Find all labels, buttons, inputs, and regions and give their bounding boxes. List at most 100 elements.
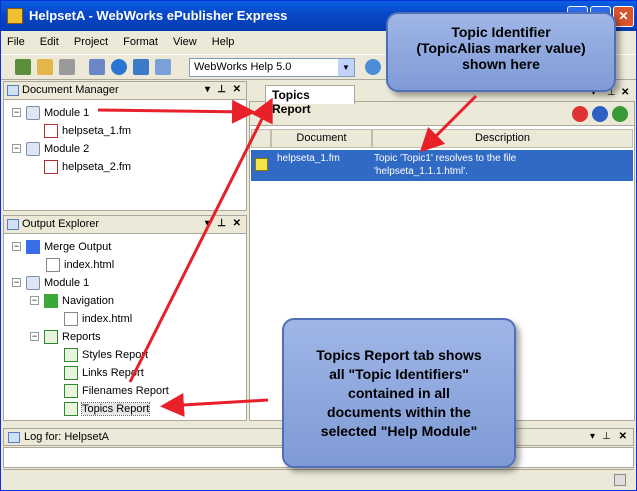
pane-menu-icon[interactable]: ▾ [205, 84, 210, 95]
tree-item-label: Links Report [82, 367, 144, 379]
module-icon [26, 276, 40, 291]
open-icon[interactable] [37, 59, 53, 75]
tree-item-label: Module 1 [44, 277, 90, 289]
tree-item-module-1[interactable]: − Module 1 [12, 274, 89, 292]
close-button[interactable]: ✕ [613, 6, 634, 27]
document-manager-icon [7, 85, 19, 96]
tree-item-topics-report[interactable]: Topics Report [64, 400, 151, 418]
tree-item-label: Topics Report [80, 402, 151, 416]
pane-menu-icon[interactable]: ▾ [590, 431, 595, 442]
format-select[interactable]: WebWorks Help 5.0 ▼ [189, 58, 355, 77]
document-cell: helpseta_1.fm [277, 153, 340, 164]
app-icon [7, 8, 23, 24]
output-explorer-title: Output Explorer [22, 218, 100, 230]
collapse-icon[interactable]: − [12, 144, 21, 153]
menu-format[interactable]: Format [117, 33, 164, 51]
tree-item-helpseta-1[interactable]: helpseta_1.fm [44, 122, 131, 140]
search-icon[interactable] [89, 59, 105, 75]
pane-close-icon[interactable]: ✕ [621, 87, 629, 98]
stop-icon[interactable] [572, 106, 588, 122]
report-icon [64, 366, 78, 381]
callout-line: all "Topic Identifiers" [329, 366, 469, 382]
tree-item-label: index.html [82, 313, 133, 325]
reports-icon [44, 330, 58, 345]
tree-item-reports[interactable]: − Reports [30, 328, 101, 346]
tree-item-label: helpseta_2.fm [62, 161, 132, 173]
callout-topics-report: Topics Report tab shows all "Topic Ident… [282, 318, 516, 468]
pane-close-icon[interactable]: ✕ [233, 84, 241, 95]
callout-line: selected "Help Module" [320, 423, 478, 439]
tree-item-label: Filenames Report [82, 385, 169, 397]
tab-topics-report[interactable]: Topics Report [265, 85, 355, 116]
status-bar [3, 469, 634, 489]
tree-item-label: Navigation [62, 295, 114, 307]
collapse-icon[interactable]: − [30, 296, 39, 305]
tree-item-label: Styles Report [82, 349, 149, 361]
column-header-icon[interactable] [251, 129, 271, 148]
description-cell-line1: Topic 'Topic1' resolves to the file [374, 153, 517, 164]
callout-line: Topic Identifier [451, 24, 551, 40]
refresh-icon[interactable] [612, 106, 628, 122]
pin-icon[interactable]: ⊥ [217, 218, 226, 229]
tree-item-label: Merge Output [44, 241, 112, 253]
report-icon [64, 384, 78, 399]
callout-line: (TopicAlias marker value) [416, 40, 586, 56]
output-explorer-panel: Output Explorer ▾ ⊥ ✕ − Merge Output ind… [3, 215, 247, 421]
wizard-icon[interactable] [155, 59, 171, 75]
tree-item-module-1[interactable]: − Module 1 [12, 104, 89, 122]
tree-item-label: helpseta_1.fm [62, 125, 132, 137]
description-cell-line2: 'helpseta_1.1.1.html'. [374, 166, 468, 177]
pane-close-icon[interactable]: ✕ [233, 218, 241, 229]
table-row[interactable]: helpseta_1.fm Topic 'Topic1' resolves to… [251, 150, 633, 181]
tree-item-links-report[interactable]: Links Report [64, 364, 144, 382]
tree-item-helpseta-2[interactable]: helpseta_2.fm [44, 158, 131, 176]
menu-project[interactable]: Project [68, 33, 114, 51]
document-manager-panel: Document Manager ▾ ⊥ ✕ − Module 1 helpse… [3, 81, 247, 211]
tree-item-index-html[interactable]: index.html [46, 256, 114, 274]
pin-icon[interactable]: ⊥ [602, 431, 611, 442]
menu-help[interactable]: Help [206, 33, 241, 51]
callout-line: shown here [462, 56, 540, 72]
tree-item-styles-report[interactable]: Styles Report [64, 346, 148, 364]
pin-icon[interactable]: ⊥ [217, 84, 226, 95]
document-manager-header: Document Manager ▾ ⊥ ✕ [4, 82, 246, 100]
target-icon[interactable] [133, 59, 149, 75]
tree-item-nav-index-html[interactable]: index.html [64, 310, 132, 328]
collapse-icon[interactable]: − [12, 242, 21, 251]
document-manager-title: Document Manager [22, 84, 119, 96]
collapse-icon[interactable]: − [30, 332, 39, 341]
chevron-down-icon[interactable]: ▼ [338, 59, 354, 76]
collapse-icon[interactable]: − [12, 278, 21, 287]
framemaker-file-icon [44, 124, 58, 139]
window-title: HelpsetA - WebWorks ePublisher Express [29, 8, 288, 23]
report-icon [64, 402, 78, 417]
menu-file[interactable]: File [1, 33, 31, 51]
pane-menu-icon[interactable]: ▾ [205, 218, 210, 229]
settings-icon[interactable] [111, 59, 127, 75]
tree-item-label: Module 1 [44, 107, 90, 119]
forward-icon[interactable] [592, 106, 608, 122]
column-header-description[interactable]: Description [372, 129, 633, 148]
tree-item-navigation[interactable]: − Navigation [30, 292, 114, 310]
menu-view[interactable]: View [167, 33, 203, 51]
pane-close-icon[interactable]: ✕ [619, 431, 627, 442]
output-explorer-icon [7, 219, 19, 230]
callout-line: documents within the [327, 404, 471, 420]
new-project-icon[interactable] [15, 59, 31, 75]
collapse-icon[interactable]: − [12, 108, 21, 117]
tree-item-label: index.html [64, 259, 115, 271]
save-icon[interactable] [59, 59, 75, 75]
generate-icon[interactable] [365, 59, 381, 75]
callout-line: contained in all [348, 385, 450, 401]
tree-item-merge-output[interactable]: − Merge Output [12, 238, 111, 256]
format-select-value: WebWorks Help 5.0 [194, 61, 292, 73]
tree-item-label: Reports [62, 331, 101, 343]
menu-edit[interactable]: Edit [34, 33, 65, 51]
html-file-icon [64, 312, 78, 327]
tree-item-filenames-report[interactable]: Filenames Report [64, 382, 169, 400]
output-explorer-header: Output Explorer ▾ ⊥ ✕ [4, 216, 246, 234]
column-header-document[interactable]: Document [271, 129, 372, 148]
tree-item-module-2[interactable]: − Module 2 [12, 140, 89, 158]
tree-item-label: Module 2 [44, 143, 90, 155]
log-title: Log for: HelpsetA [24, 431, 109, 443]
